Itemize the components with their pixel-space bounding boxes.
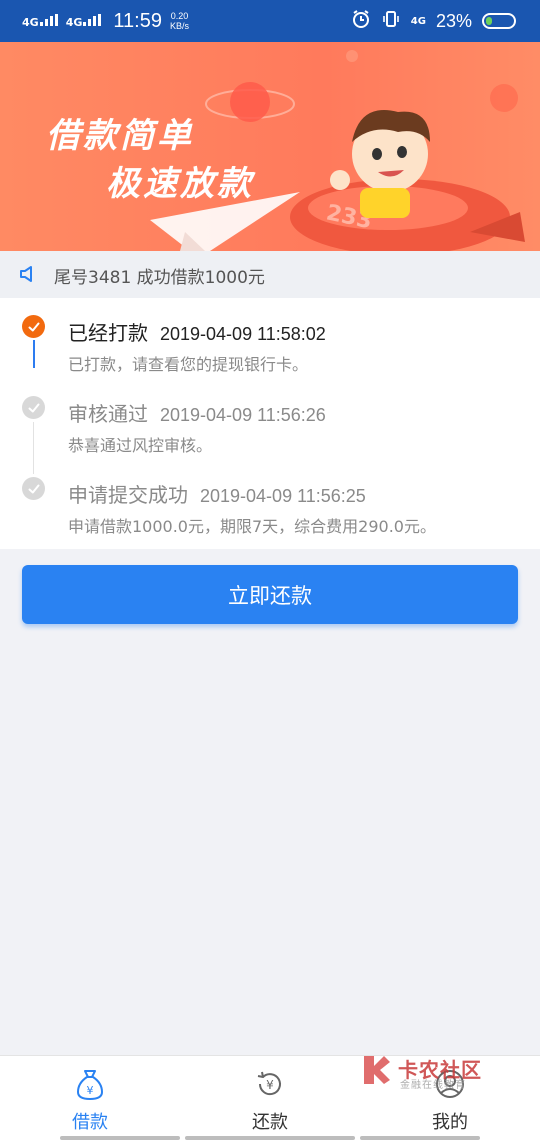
bottom-navigation: ¥ 借款 ¥ 还款 我的: [0, 1055, 540, 1140]
nav-item-mine[interactable]: 我的: [360, 1056, 540, 1140]
alarm-icon: [351, 9, 371, 34]
signal-icon: 4G: [66, 14, 102, 28]
speaker-icon: [18, 264, 38, 288]
step-title: 已经打款: [68, 321, 148, 345]
banner-title-line1: 借款简单: [46, 116, 194, 156]
step-description: 已打款，请查看您的提现银行卡。: [68, 355, 309, 374]
step-time: 2019-04-09 11:56:25: [200, 486, 366, 506]
repay-now-button[interactable]: 立即还款: [22, 565, 518, 624]
step-time: 2019-04-09 11:56:26: [160, 405, 326, 425]
timeline-connector: [33, 422, 34, 474]
profile-icon: [434, 1068, 466, 1104]
battery-percent: 23%: [435, 10, 472, 31]
timeline-title: 申请提交成功 2019-04-09 11:56:25: [68, 479, 366, 508]
step-time: 2019-04-09 11:58:02: [160, 324, 326, 344]
step-description: 申请借款1000.0元，期限7天，综合费用290.0元。: [68, 517, 436, 536]
status-bar: 4G 4G 11:59 0.20 KB/s 4G 23%: [0, 0, 540, 42]
repay-icon: ¥: [254, 1068, 286, 1104]
step-description: 恭喜通过风控审核。: [68, 436, 213, 455]
timeline-title: 审核通过 2019-04-09 11:56:26: [68, 398, 326, 427]
step-title: 审核通过: [68, 402, 148, 426]
speed-value: 0.20: [170, 11, 189, 21]
speed-unit: KB/s: [169, 21, 189, 31]
nav-item-repay[interactable]: ¥ 还款: [180, 1056, 360, 1140]
banner-title-line2: 极速放款: [106, 164, 254, 204]
nav-indicator: [60, 1136, 180, 1140]
nav-label-mine: 我的: [432, 1112, 468, 1133]
vibrate-icon: [381, 9, 401, 34]
svg-text:¥: ¥: [266, 1078, 274, 1092]
loan-progress-timeline: 已经打款 2019-04-09 11:58:02 已打款，请查看您的提现银行卡。 …: [0, 298, 540, 549]
check-icon: [22, 315, 45, 338]
battery-icon: [482, 13, 516, 29]
notice-text: 尾号3481 成功借款1000元: [54, 268, 265, 288]
signal-icon: 4G: [410, 15, 426, 27]
nav-label-borrow: 借款: [72, 1112, 108, 1133]
nav-item-borrow[interactable]: ¥ 借款: [0, 1056, 180, 1140]
timeline-title: 已经打款 2019-04-09 11:58:02: [68, 317, 326, 346]
check-icon: [22, 477, 45, 500]
nav-indicator: [360, 1136, 480, 1140]
signal-icon: 4G: [22, 14, 58, 28]
money-bag-icon: ¥: [75, 1068, 105, 1106]
nav-label-repay: 还款: [252, 1112, 288, 1133]
promo-banner[interactable]: 233 借款简单 极速放款: [0, 42, 540, 251]
clock: 11:59: [113, 9, 162, 32]
svg-text:¥: ¥: [87, 1084, 94, 1097]
check-icon: [22, 396, 45, 419]
step-title: 申请提交成功: [68, 483, 188, 507]
loan-notice-bar: 尾号3481 成功借款1000元: [0, 251, 540, 298]
timeline-connector-active: [33, 340, 35, 368]
network-speed: 0.20 KB/s: [170, 11, 189, 31]
nav-indicator: [185, 1136, 355, 1140]
